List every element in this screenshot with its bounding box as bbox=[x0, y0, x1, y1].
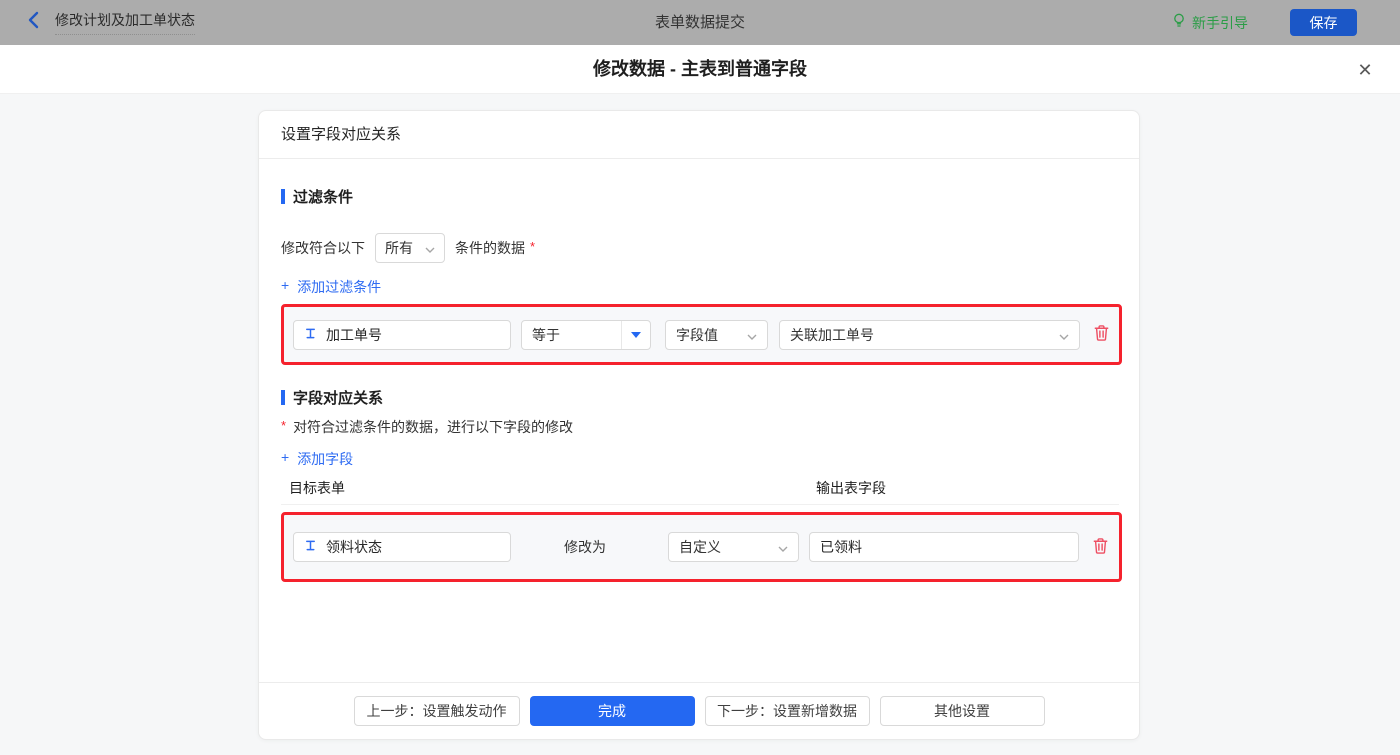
filter-match-row: 修改符合以下 所有 条件的数据 * bbox=[281, 233, 535, 263]
mapping-column-headers: 目标表单 输出表字段 bbox=[259, 478, 1139, 498]
chevron-down-icon bbox=[747, 327, 757, 343]
dialog-header: 修改数据 - 主表到普通字段 ✕ bbox=[0, 45, 1400, 94]
lightbulb-icon bbox=[1171, 12, 1187, 34]
beginner-guide-label: 新手引导 bbox=[1192, 14, 1248, 31]
column-divider bbox=[281, 504, 1119, 505]
output-field-column-header: 输出表字段 bbox=[816, 480, 886, 496]
target-form-column-header: 目标表单 bbox=[289, 480, 345, 496]
operator-select[interactable]: 等于 bbox=[521, 319, 651, 350]
dialog-title: 修改数据 - 主表到普通字段 bbox=[593, 59, 807, 79]
chevron-down-icon bbox=[425, 240, 435, 256]
text-field-icon bbox=[304, 327, 317, 343]
plus-icon: + bbox=[281, 277, 290, 293]
required-asterisk: * bbox=[530, 238, 536, 254]
close-icon[interactable]: ✕ bbox=[1352, 57, 1378, 83]
chevron-down-icon bbox=[778, 539, 788, 555]
mapping-row-highlight-box: 领料状态 修改为 自定义 已领料 bbox=[281, 512, 1122, 582]
next-step-button[interactable]: 下一步：设置新增数据 bbox=[704, 696, 870, 726]
chevron-down-icon bbox=[1059, 327, 1069, 343]
beginner-guide-button[interactable]: 新手引导 bbox=[1171, 0, 1248, 45]
mapping-description: * 对符合过滤条件的数据，进行以下字段的修改 bbox=[281, 418, 574, 435]
trigger-type-label: 表单数据提交 bbox=[654, 14, 746, 31]
custom-value-input[interactable]: 已领料 bbox=[809, 532, 1079, 562]
plus-icon: + bbox=[281, 449, 290, 465]
match-prefix-label: 修改符合以下 bbox=[281, 240, 365, 256]
field-mapping-panel: 设置字段对应关系 过滤条件 修改符合以下 所有 条件的数据 * + 添加过滤条件… bbox=[258, 110, 1140, 740]
filter-field-input[interactable]: 加工单号 bbox=[293, 319, 511, 350]
section-accent-bar bbox=[281, 389, 285, 405]
screen: 修改计划及加工单状态 表单数据提交 新手引导 保存 修改数据 - 主表到普通字段… bbox=[0, 0, 1400, 755]
dialog-body: 设置字段对应关系 过滤条件 修改符合以下 所有 条件的数据 * + 添加过滤条件… bbox=[0, 94, 1400, 755]
prev-step-button[interactable]: 上一步：设置触发动作 bbox=[353, 696, 520, 726]
value-field-select[interactable]: 关联加工单号 bbox=[779, 319, 1080, 350]
delete-mapping-row-button[interactable] bbox=[1089, 536, 1111, 558]
top-bar: 修改计划及加工单状态 表单数据提交 新手引导 保存 bbox=[0, 0, 1400, 45]
operator-caret-zone[interactable] bbox=[621, 320, 650, 349]
back-button[interactable]: 修改计划及加工单状态 bbox=[26, 0, 195, 45]
modify-to-label: 修改为 bbox=[564, 539, 606, 555]
text-field-icon bbox=[304, 539, 317, 555]
done-button[interactable]: 完成 bbox=[529, 696, 695, 726]
panel-header: 设置字段对应关系 bbox=[259, 111, 1139, 159]
delete-filter-row-button[interactable] bbox=[1090, 324, 1112, 346]
caret-down-icon bbox=[631, 331, 641, 338]
mapping-section-title: 字段对应关系 bbox=[281, 386, 383, 408]
section-accent-bar bbox=[281, 188, 285, 204]
trash-icon bbox=[1092, 323, 1111, 346]
add-field-link[interactable]: + 添加字段 bbox=[281, 449, 353, 469]
other-settings-button[interactable]: 其他设置 bbox=[879, 696, 1045, 726]
filter-section-title: 过滤条件 bbox=[281, 185, 353, 207]
panel-footer: 上一步：设置触发动作 完成 下一步：设置新增数据 其他设置 bbox=[259, 682, 1139, 739]
match-mode-select[interactable]: 所有 bbox=[375, 233, 445, 263]
chevron-left-icon bbox=[26, 11, 42, 34]
automation-title: 修改计划及加工单状态 bbox=[55, 10, 195, 35]
value-type-select[interactable]: 字段值 bbox=[665, 319, 768, 350]
target-field-input[interactable]: 领料状态 bbox=[293, 532, 511, 562]
custom-value-type-select[interactable]: 自定义 bbox=[668, 532, 799, 562]
filter-row-highlight-box: 加工单号 等于 字段值 关联加工单号 bbox=[281, 304, 1122, 365]
add-filter-condition-link[interactable]: + 添加过滤条件 bbox=[281, 277, 381, 297]
match-suffix-label: 条件的数据 bbox=[455, 240, 525, 256]
save-button[interactable]: 保存 bbox=[1290, 9, 1357, 36]
trash-icon bbox=[1091, 536, 1110, 559]
required-asterisk: * bbox=[281, 418, 287, 433]
